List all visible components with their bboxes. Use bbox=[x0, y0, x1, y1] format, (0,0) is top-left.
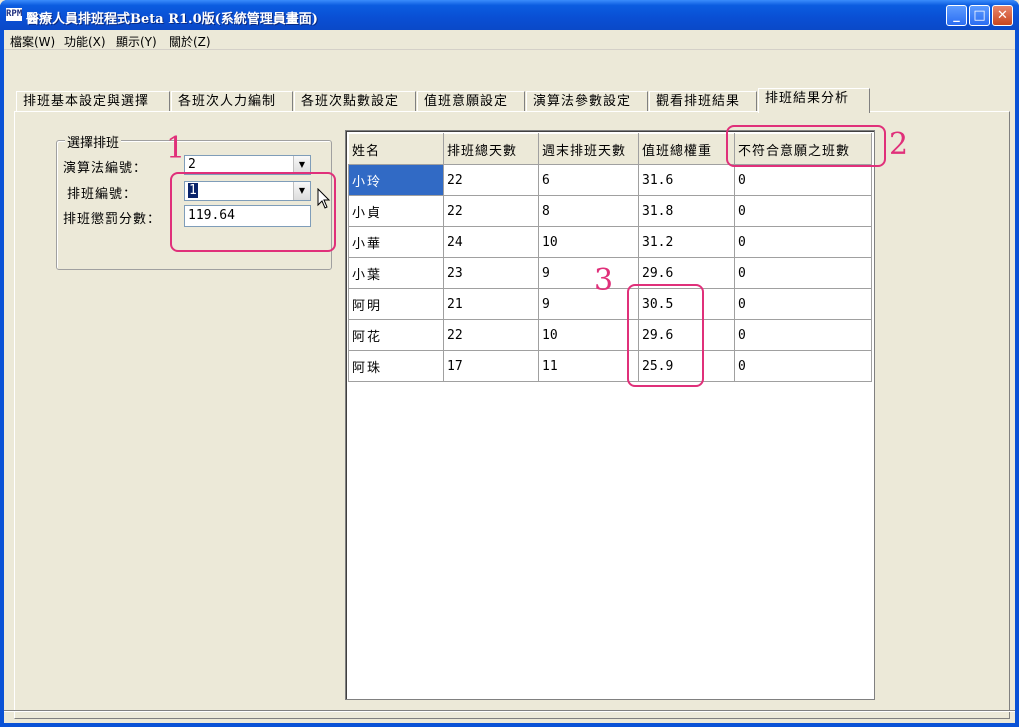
cell-weekend-days[interactable]: 6 bbox=[538, 164, 639, 196]
cell-unmet[interactable]: 0 bbox=[734, 288, 872, 320]
header-total-weight[interactable]: 值班總權重 bbox=[638, 133, 735, 165]
annotation-number-3: 3 bbox=[594, 263, 614, 298]
cell-total-weight[interactable]: 31.2 bbox=[638, 226, 735, 258]
result-table: 姓名 排班總天數 週末排班天數 值班總權重 不符合意願之班數 小玲 22 6 3… bbox=[348, 133, 872, 382]
menu-file[interactable]: 檔案(W) bbox=[10, 33, 55, 50]
maximize-button[interactable]: □ bbox=[969, 5, 990, 26]
cell-total-days[interactable]: 17 bbox=[443, 350, 539, 382]
cell-unmet[interactable]: 0 bbox=[734, 350, 872, 382]
cell-total-days[interactable]: 24 bbox=[443, 226, 539, 258]
cell-total-weight[interactable]: 31.6 bbox=[638, 164, 735, 196]
cell-name[interactable]: 小玲 bbox=[348, 164, 444, 196]
penalty-label: 排班懲罰分數： bbox=[63, 212, 162, 227]
menu-about[interactable]: 關於(Z) bbox=[169, 33, 211, 50]
cell-name[interactable]: 小華 bbox=[348, 226, 444, 258]
group-title: 選擇排班 bbox=[65, 132, 122, 151]
annotation-number-2: 2 bbox=[889, 127, 909, 162]
menu-function[interactable]: 功能(X) bbox=[64, 33, 106, 50]
cell-weekend-days[interactable]: 9 bbox=[538, 288, 639, 320]
tab-staffing[interactable]: 各班次人力編制 bbox=[171, 91, 293, 112]
cell-unmet[interactable]: 0 bbox=[734, 164, 872, 196]
cell-weekend-days[interactable]: 9 bbox=[538, 257, 639, 289]
cell-weekend-days[interactable]: 10 bbox=[538, 226, 639, 258]
annotation-box-2 bbox=[726, 125, 886, 167]
tab-view-results[interactable]: 觀看排班結果 bbox=[649, 91, 757, 112]
title-bar[interactable]: RPM 醫療人員排班程式Beta R1.0版(系統管理員畫面) _ □ ✕ bbox=[0, 0, 1019, 30]
close-button[interactable]: ✕ bbox=[992, 5, 1013, 26]
client-area: 檔案(W) 功能(X) 顯示(Y) 關於(Z) 排班基本設定與選擇 各班次人力編… bbox=[4, 30, 1015, 723]
menu-view[interactable]: 顯示(Y) bbox=[116, 33, 157, 50]
table-row[interactable]: 小華 24 10 31.2 0 bbox=[348, 226, 872, 258]
tab-points[interactable]: 各班次點數設定 bbox=[294, 91, 416, 112]
algorithm-label: 演算法編號： bbox=[63, 161, 148, 176]
cell-name[interactable]: 小葉 bbox=[348, 257, 444, 289]
cell-name[interactable]: 阿花 bbox=[348, 319, 444, 351]
cell-weekend-days[interactable]: 11 bbox=[538, 350, 639, 382]
table-row[interactable]: 阿珠 17 11 25.9 0 bbox=[348, 350, 872, 382]
cell-unmet[interactable]: 0 bbox=[734, 195, 872, 227]
table-row[interactable]: 小玲 22 6 31.6 0 bbox=[348, 164, 872, 196]
header-name[interactable]: 姓名 bbox=[348, 133, 444, 165]
cell-name[interactable]: 阿明 bbox=[348, 288, 444, 320]
table-row[interactable]: 小貞 22 8 31.8 0 bbox=[348, 195, 872, 227]
cell-total-days[interactable]: 22 bbox=[443, 195, 539, 227]
result-grid[interactable]: 姓名 排班總天數 週末排班天數 值班總權重 不符合意願之班數 小玲 22 6 3… bbox=[345, 130, 875, 700]
tab-algorithm-params[interactable]: 演算法參數設定 bbox=[526, 91, 648, 112]
minimize-icon: _ bbox=[953, 8, 960, 23]
app-icon: RPM bbox=[6, 8, 23, 21]
cell-total-days[interactable]: 22 bbox=[443, 319, 539, 351]
header-total-days[interactable]: 排班總天數 bbox=[443, 133, 539, 165]
maximize-icon: □ bbox=[973, 8, 986, 23]
window-title: 醫療人員排班程式Beta R1.0版(系統管理員畫面) bbox=[26, 12, 318, 27]
annotation-number-1: 1 bbox=[166, 131, 186, 166]
tab-preferences[interactable]: 值班意願設定 bbox=[417, 91, 525, 112]
cell-weekend-days[interactable]: 10 bbox=[538, 319, 639, 351]
tab-result-analysis[interactable]: 排班結果分析 bbox=[758, 88, 870, 113]
cell-name[interactable]: 阿珠 bbox=[348, 350, 444, 382]
schedule-label: 排班編號： bbox=[67, 187, 138, 202]
cell-total-days[interactable]: 23 bbox=[443, 257, 539, 289]
header-weekend-days[interactable]: 週末排班天數 bbox=[538, 133, 639, 165]
table-row[interactable]: 阿花 22 10 29.6 0 bbox=[348, 319, 872, 351]
close-icon: ✕ bbox=[997, 8, 1008, 23]
app-window: RPM 醫療人員排班程式Beta R1.0版(系統管理員畫面) _ □ ✕ 檔案… bbox=[0, 0, 1019, 727]
cell-total-days[interactable]: 21 bbox=[443, 288, 539, 320]
tab-strip: 排班基本設定與選擇 各班次人力編制 各班次點數設定 值班意願設定 演算法參數設定… bbox=[16, 88, 1006, 113]
cell-total-weight[interactable]: 31.8 bbox=[638, 195, 735, 227]
cell-weekend-days[interactable]: 8 bbox=[538, 195, 639, 227]
minimize-button[interactable]: _ bbox=[946, 5, 967, 26]
menu-bar: 檔案(W) 功能(X) 顯示(Y) 關於(Z) bbox=[4, 30, 1015, 50]
bottom-divider bbox=[4, 710, 1015, 712]
cell-unmet[interactable]: 0 bbox=[734, 226, 872, 258]
cell-unmet[interactable]: 0 bbox=[734, 257, 872, 289]
tab-basic-settings[interactable]: 排班基本設定與選擇 bbox=[16, 91, 170, 112]
algorithm-value: 2 bbox=[188, 157, 196, 172]
annotation-box-3 bbox=[627, 284, 704, 387]
cell-name[interactable]: 小貞 bbox=[348, 195, 444, 227]
cell-unmet[interactable]: 0 bbox=[734, 319, 872, 351]
cell-total-days[interactable]: 22 bbox=[443, 164, 539, 196]
annotation-box-1 bbox=[170, 172, 336, 252]
